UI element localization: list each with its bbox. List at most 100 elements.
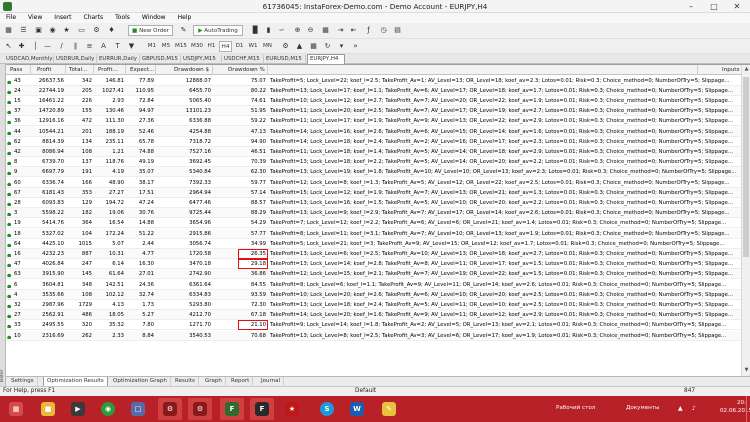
settings-icon[interactable]: ⚙ [280, 41, 291, 52]
horizontal-line-icon[interactable]: — [42, 41, 53, 52]
table-row[interactable]: ● 43 26637.56 342 146.81 77.89 12888.07 75.07 Ta… [6, 76, 741, 86]
trendline-icon[interactable]: ∕ [56, 41, 67, 52]
table-row[interactable]: ● 47 4026.84 247 6.14 16.30 3470.18 29.18 TakePr… [6, 259, 741, 270]
maximize-button[interactable]: □ [703, 1, 725, 12]
col-drawdown-usd[interactable]: Drawdown $ [156, 65, 213, 75]
skype-taskbar-icon[interactable]: S [315, 398, 339, 420]
periods-icon[interactable]: ◷ [378, 25, 389, 36]
menu-help[interactable]: Help [172, 13, 198, 21]
table-row[interactable]: ● 28 6093.83 129 194.72 47.24 6477.46 88.57 Take… [6, 198, 741, 209]
table-row[interactable]: ● 32 2987.96 1729 4.13 1.73 5293.80 72.30 TakePr… [6, 300, 741, 311]
scroll-up-icon[interactable]: ▲ [742, 66, 750, 72]
tf-h1[interactable]: H1 [206, 41, 217, 52]
scroll-down-icon[interactable]: ▼ [742, 367, 750, 373]
grid-icon[interactable]: ▦ [308, 41, 319, 52]
menu-window[interactable]: Window [136, 13, 172, 21]
strategy-tester-icon[interactable]: ⚙ [91, 25, 102, 36]
vertical-line-icon[interactable]: │ [30, 41, 41, 52]
table-row[interactable]: ● 10 2316.69 262 2.33 8.84 3540.53 70.68 TakePro… [6, 330, 741, 341]
tray-documents-label[interactable]: Документы [626, 405, 659, 411]
col-pass[interactable]: Pass [6, 65, 31, 75]
col-inputs[interactable]: Inputs [722, 65, 741, 75]
chart-tab-usdchf-m15[interactable]: USDCHF,M15 [222, 55, 264, 64]
table-row[interactable]: ● 3 5598.22 182 19.06 30.76 9725.44 88.29 TakePr… [6, 208, 741, 219]
market-icon[interactable]: ♦ [106, 25, 117, 36]
start-button[interactable]: ▦ [4, 398, 28, 420]
table-row[interactable]: ● 8 6739.70 137 118.76 49.19 3692.45 70.39 TakeP… [6, 157, 741, 168]
new-order-button[interactable]: ■ New Order [128, 25, 173, 36]
table-row[interactable]: ● 15 16461.22 226 2.93 72.84 5065.40 74.61 TakeP… [6, 96, 741, 107]
menu-charts[interactable]: Charts [78, 13, 110, 21]
text-icon[interactable]: A [98, 41, 109, 52]
tray-desktop-label[interactable]: Рабочий стол [556, 405, 595, 411]
tray-network-icon[interactable]: ▲ [678, 405, 683, 412]
tf-w1[interactable]: W1 [247, 41, 259, 52]
taskbar-clock[interactable]: 20: 02.06.2015 [720, 399, 750, 415]
tile-windows-icon[interactable]: ▦ [320, 25, 331, 36]
table-row[interactable]: ● 19 5414.76 364 16.54 14.88 3654.96 54.29 TakeP… [6, 218, 741, 229]
navigator-icon[interactable]: ★ [61, 25, 72, 36]
templates-icon[interactable]: ▤ [392, 25, 403, 36]
table-row[interactable]: ● 33 2495.55 320 35.32 7.80 1271.70 21.10 TakePr… [6, 320, 741, 331]
table-row[interactable]: ● 9 6697.79 191 4.19 35.07 5340.84 62.30 TakePro… [6, 167, 741, 178]
chart-tab-eurjpy-h4[interactable]: EURJPY,H4 [307, 54, 345, 64]
market-watch-icon[interactable]: ▣ [33, 25, 44, 36]
scrollbar-thumb[interactable] [743, 77, 749, 257]
word-taskbar-icon[interactable]: W [345, 398, 369, 420]
window-taskbar-icon[interactable]: □ [126, 398, 150, 420]
signals-icon[interactable]: ▲ [294, 41, 305, 52]
table-row[interactable]: ● 16 4232.23 887 10.31 4.77 1720.58 26.35 TakePr… [6, 248, 741, 260]
chart-tab-usdjpy-m15[interactable]: USDJPY,M15 [181, 55, 222, 64]
col-total-trades[interactable]: Total... [66, 65, 94, 75]
explorer-taskbar-icon[interactable]: ■ [36, 398, 60, 420]
minimize-button[interactable]: – [680, 1, 702, 12]
menu-file[interactable]: File [0, 13, 22, 21]
vertical-scrollbar[interactable]: ▲ ▼ [741, 65, 750, 376]
paint-taskbar-icon[interactable]: ✎ [377, 398, 401, 420]
metaeditor-icon[interactable]: ✎ [178, 25, 189, 36]
table-row[interactable]: ● 62 8814.39 134 235.11 65.78 7318.72 94.90 Take… [6, 137, 741, 147]
table-row[interactable]: ● 18 5327.02 104 172.24 51.22 2915.86 57.77 Take… [6, 228, 741, 239]
zoom-out-icon[interactable]: ⊖ [305, 25, 316, 36]
table-row[interactable]: ● 67 6181.43 353 27.27 17.51 2964.94 57.14 TakeP… [6, 187, 741, 198]
chart-tab-eurrur-daily[interactable]: EURRUR,Daily [97, 55, 140, 64]
tray-volume-icon[interactable]: ♪ [692, 405, 696, 412]
tf-mn[interactable]: MN [261, 41, 274, 52]
autotrading-button[interactable]: ▶ AutoTrading [193, 25, 243, 36]
col-profit-factor[interactable]: Profit... [94, 65, 126, 75]
refresh-icon[interactable]: ↻ [322, 41, 333, 52]
terminal-taskbar-icon-2[interactable]: ⚙ [188, 398, 212, 420]
table-row[interactable]: ● 63 3915.90 145 61.64 27.01 2742.90 36.86 TakeP… [6, 269, 741, 280]
chart-tab-eurusd-m15[interactable]: EURUSD,M15 [264, 55, 306, 64]
table-row[interactable]: ● 36 12916.16 472 111.30 27.36 6336.88 59.22 Tak… [6, 116, 741, 127]
app-taskbar-icon[interactable]: ★ [280, 398, 304, 420]
chart-tab-gbpusd-m15[interactable]: GBPUSD,M15 [140, 55, 181, 64]
dropdown-chevron-icon[interactable]: ▾ [336, 41, 347, 52]
menu-view[interactable]: View [22, 13, 48, 21]
col-profit[interactable]: Profit [31, 65, 66, 75]
shapes-icon[interactable]: ▼ [126, 41, 137, 52]
table-row[interactable]: ● 42 8086.94 108 1.21 74.88 7527.16 46.51 TakePr… [6, 146, 741, 158]
chart-shift-icon[interactable]: ⇤ [348, 25, 359, 36]
menu-insert[interactable]: Insert [48, 13, 77, 21]
table-row[interactable]: ● 64 4425.10 1015 5.07 2.44 3056.74 34.99 TakePr… [6, 239, 741, 249]
show-desktop-button[interactable] [746, 396, 750, 422]
tf-h4[interactable]: H4 [219, 41, 232, 52]
tf-m30[interactable]: M30 [190, 41, 204, 52]
indicators-icon[interactable]: ƒ [363, 25, 374, 36]
table-row[interactable]: ● 44 10544.21 201 188.19 52.46 4254.88 47.13 Tak… [6, 126, 741, 137]
crosshair-icon[interactable]: ✚ [16, 41, 27, 52]
expand-icon[interactable]: » [350, 41, 361, 52]
new-chart-icon[interactable]: ▦ [3, 25, 14, 36]
data-window-icon[interactable]: ◉ [47, 25, 58, 36]
chart-tab-usdrur-daily[interactable]: USDRUR,Daily [54, 55, 97, 64]
table-row[interactable]: ● 4 3535.66 108 102.12 32.74 6334.83 93.59 TakeP… [6, 289, 741, 300]
tf-m15[interactable]: M15 [174, 41, 188, 52]
menu-tools[interactable]: Tools [109, 13, 136, 21]
channel-icon[interactable]: ∥ [70, 41, 81, 52]
cursor-icon[interactable]: ↖ [3, 41, 14, 52]
tf-d1[interactable]: D1 [234, 41, 245, 52]
metaeditor-taskbar-icon[interactable]: F [220, 398, 244, 420]
close-button[interactable]: ✕ [726, 1, 748, 12]
fibonacci-icon[interactable]: ≡ [84, 41, 95, 52]
